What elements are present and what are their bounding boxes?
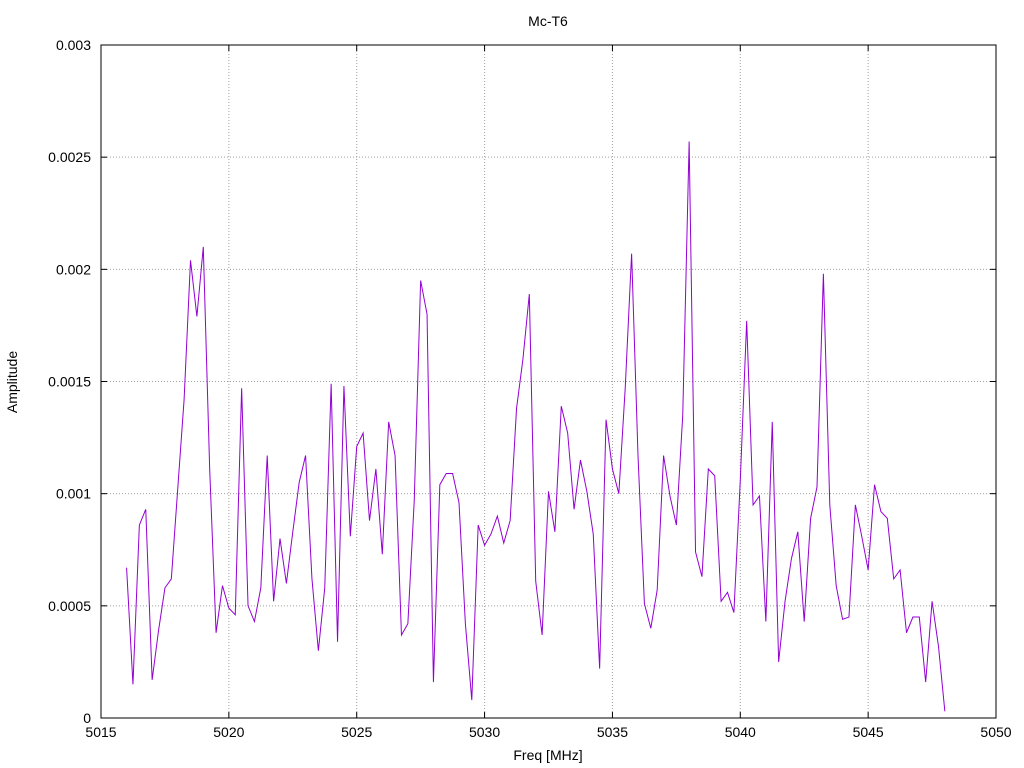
- x-tick-label: 5035: [597, 724, 628, 740]
- y-axis-label: Amplitude: [4, 351, 20, 413]
- chart-title: Mc-T6: [528, 13, 568, 29]
- amplitude-series-line: [126, 141, 946, 712]
- x-tick-label: 5015: [85, 724, 116, 740]
- y-tick-label: 0.003: [56, 37, 91, 53]
- x-tick-label: 5040: [725, 724, 756, 740]
- x-tick-label: 5020: [213, 724, 244, 740]
- x-axis-label: Freq [MHz]: [513, 747, 582, 763]
- y-tick-label: 0.0005: [48, 598, 91, 614]
- y-tick-label: 0.0025: [48, 149, 91, 165]
- x-tick-label: 5045: [853, 724, 884, 740]
- y-tick-label: 0.0015: [48, 374, 91, 390]
- grid-lines: [101, 45, 996, 718]
- y-tick-label: 0.001: [56, 486, 91, 502]
- axis-ticks: 5015 5020 5025 5030 5035 5040 5045 5050 0 0.0005 0…: [48, 37, 1012, 740]
- x-tick-label: 5025: [341, 724, 372, 740]
- y-tick-label: 0.002: [56, 261, 91, 277]
- x-tick-label: 5030: [469, 724, 500, 740]
- series-layer: [126, 141, 946, 712]
- x-tick-label: 5050: [980, 724, 1011, 740]
- y-tick-label: 0: [83, 710, 91, 726]
- line-chart: Mc-T6 5015 5020 5025 5030 5035 5040 5045 5050 0 0…: [4, 13, 1012, 763]
